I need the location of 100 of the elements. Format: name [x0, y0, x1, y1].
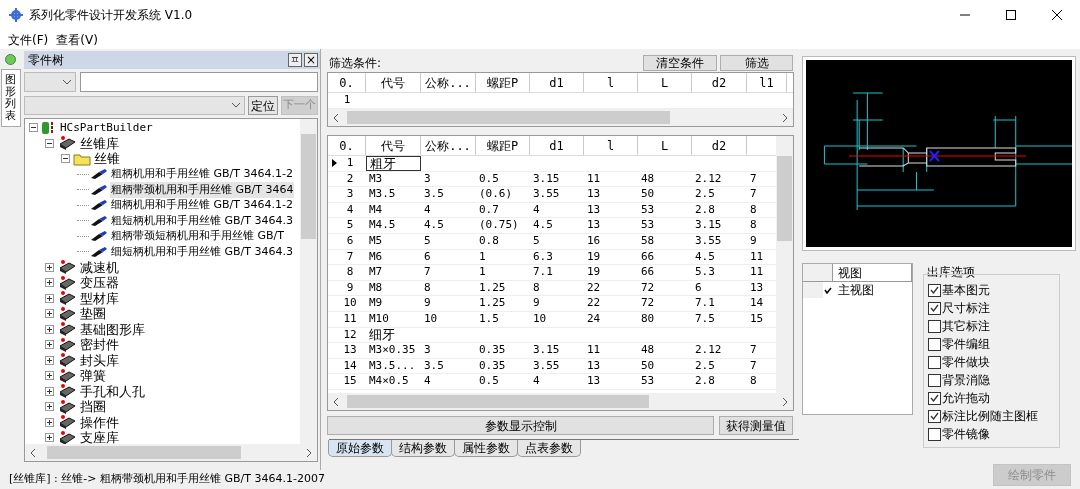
column-header[interactable]: 公称... [425, 136, 471, 155]
column-header[interactable]: L [660, 136, 669, 155]
column-header[interactable]: 0. [339, 73, 354, 92]
table-cell: M9 [369, 295, 383, 312]
table-cell: 7.1 [533, 264, 553, 281]
table-cell: 50 [641, 186, 655, 203]
checkbox[interactable] [928, 319, 941, 333]
horizontal-scrollbar[interactable] [328, 109, 793, 126]
checkbox[interactable] [928, 337, 941, 351]
table-cell-text: 0.7 [479, 201, 499, 218]
column-header[interactable]: 代号 [381, 73, 405, 92]
checkbox-label: 零件编组 [942, 336, 990, 353]
tree-item[interactable]: 细短柄机用和手用丝锥 GB/T 3464.3 [110, 243, 294, 260]
expand-toggle[interactable] [45, 340, 54, 350]
close-button[interactable]: × [304, 53, 318, 67]
tab[interactable]: 原始参数 [328, 440, 392, 457]
table-cell: 7 [424, 264, 431, 281]
expand-toggle[interactable] [45, 278, 54, 288]
checkbox[interactable] [928, 409, 941, 423]
vertical-scrollbar[interactable] [776, 136, 793, 393]
table-cell-text: 12 [342, 326, 358, 343]
table-cell-text: M3 [369, 170, 383, 187]
menu-item[interactable]: 文件(F) [4, 30, 53, 49]
table-cell-text: 22 [587, 279, 601, 296]
measure-button[interactable]: 获得测量值 [719, 416, 793, 435]
column-header[interactable]: d1 [549, 73, 564, 92]
tool-icon [90, 199, 108, 212]
horizontal-scrollbar[interactable] [328, 393, 793, 410]
expand-toggle[interactable] [45, 417, 54, 427]
tab[interactable]: 点表参数 [517, 440, 581, 457]
checkbox[interactable] [928, 355, 941, 369]
checkmark-icon [824, 286, 832, 294]
chevron-left-icon [31, 448, 36, 457]
view-checkbox[interactable] [823, 286, 833, 294]
column-header[interactable]: 螺距P [486, 136, 519, 155]
table-cell-text: 13 [750, 279, 764, 296]
expand-toggle[interactable] [45, 386, 54, 396]
tree-item[interactable]: 粗短柄机用和手用丝锥 GB/T 3464.3 [110, 212, 294, 229]
pin-button[interactable]: ㅍ [288, 53, 302, 67]
expand-toggle[interactable] [45, 355, 54, 365]
checkbox[interactable] [928, 391, 941, 405]
column-header[interactable]: d2 [711, 136, 727, 155]
table-cell-text: 5 [533, 233, 540, 249]
table-cell: 1 [479, 264, 486, 281]
column-header[interactable]: 螺距P [486, 73, 519, 92]
column-header[interactable]: 公称... [425, 73, 471, 92]
collapse-toggle[interactable] [29, 123, 38, 133]
column-header[interactable]: L [660, 73, 669, 92]
expand-toggle[interactable] [45, 309, 54, 319]
tree-item[interactable]: 粗柄带颈短柄机用和手用丝锥 GB/T [110, 228, 285, 245]
search-field[interactable] [80, 72, 318, 92]
expand-toggle[interactable] [45, 402, 54, 412]
tree-item[interactable]: 粗柄带颈机用和手用丝锥 GB/T 3464 [110, 181, 295, 198]
table-cell-text: 粗牙 [370, 154, 396, 173]
collapse-toggle[interactable] [61, 154, 70, 164]
tree-item[interactable]: 粗柄机用和手用丝锥 GB/T 3464.1-2 [110, 166, 294, 183]
side-tab[interactable]: 图形列表 [0, 69, 21, 128]
checkbox[interactable] [928, 373, 941, 387]
checkbox[interactable] [928, 301, 941, 315]
display-control-button[interactable]: 参数显示控制 [327, 416, 714, 435]
tab[interactable]: 属性参数 [454, 440, 518, 457]
table-cell-text: 14 [342, 357, 358, 374]
vertical-scrollbar[interactable] [300, 119, 317, 444]
menu-item[interactable]: 查看(V) [52, 30, 102, 49]
collapse-toggle[interactable] [45, 138, 54, 148]
table-cell: 19 [587, 264, 601, 281]
checkbox-label: 零件镜像 [942, 426, 990, 443]
expand-toggle[interactable] [45, 262, 54, 272]
row-pointer-icon [331, 159, 337, 168]
expand-toggle[interactable] [45, 371, 54, 381]
tree-item[interactable]: 细柄机用和手用丝锥 GB/T 3464.1-2 [110, 197, 294, 214]
column-header[interactable]: 0. [339, 136, 354, 155]
column-header[interactable]: d1 [549, 136, 564, 155]
checkbox[interactable] [928, 283, 941, 297]
tool-icon [90, 183, 108, 196]
column-header[interactable]: l [606, 73, 615, 92]
expand-toggle[interactable] [45, 433, 54, 443]
column-header[interactable]: l [606, 136, 615, 155]
locate-button[interactable]: 定位 [248, 95, 278, 115]
column-header[interactable]: d2 [711, 73, 727, 92]
tree-item[interactable]: HCsPartBuilder [59, 119, 154, 136]
column-header[interactable]: l1 [759, 73, 774, 92]
table-cell-text: 72 [641, 279, 655, 296]
tab[interactable]: 结构参数 [391, 440, 455, 457]
table-cell-text: 0.35 [479, 357, 506, 374]
filter-button[interactable]: 筛选 [720, 55, 793, 71]
expand-toggle[interactable] [45, 324, 54, 334]
table-cell-text: M3.5... [369, 357, 416, 374]
checkbox-label: 尺寸标注 [942, 300, 990, 317]
checkbox[interactable] [928, 427, 941, 441]
table-cell-text: 9 [345, 279, 355, 296]
column-header[interactable]: 代号 [381, 136, 405, 155]
clear-filter-button[interactable]: 清空条件 [643, 55, 717, 71]
horizontal-scrollbar[interactable] [25, 444, 317, 461]
table-cell: 3.15 [695, 217, 722, 234]
table-cell-text: 4.5 [695, 248, 715, 265]
table-cell-text: 7.5 [695, 311, 715, 327]
table-cell: 4.5 [424, 217, 444, 234]
column-header[interactable]: 视图 [833, 264, 912, 281]
expand-toggle[interactable] [45, 293, 54, 303]
